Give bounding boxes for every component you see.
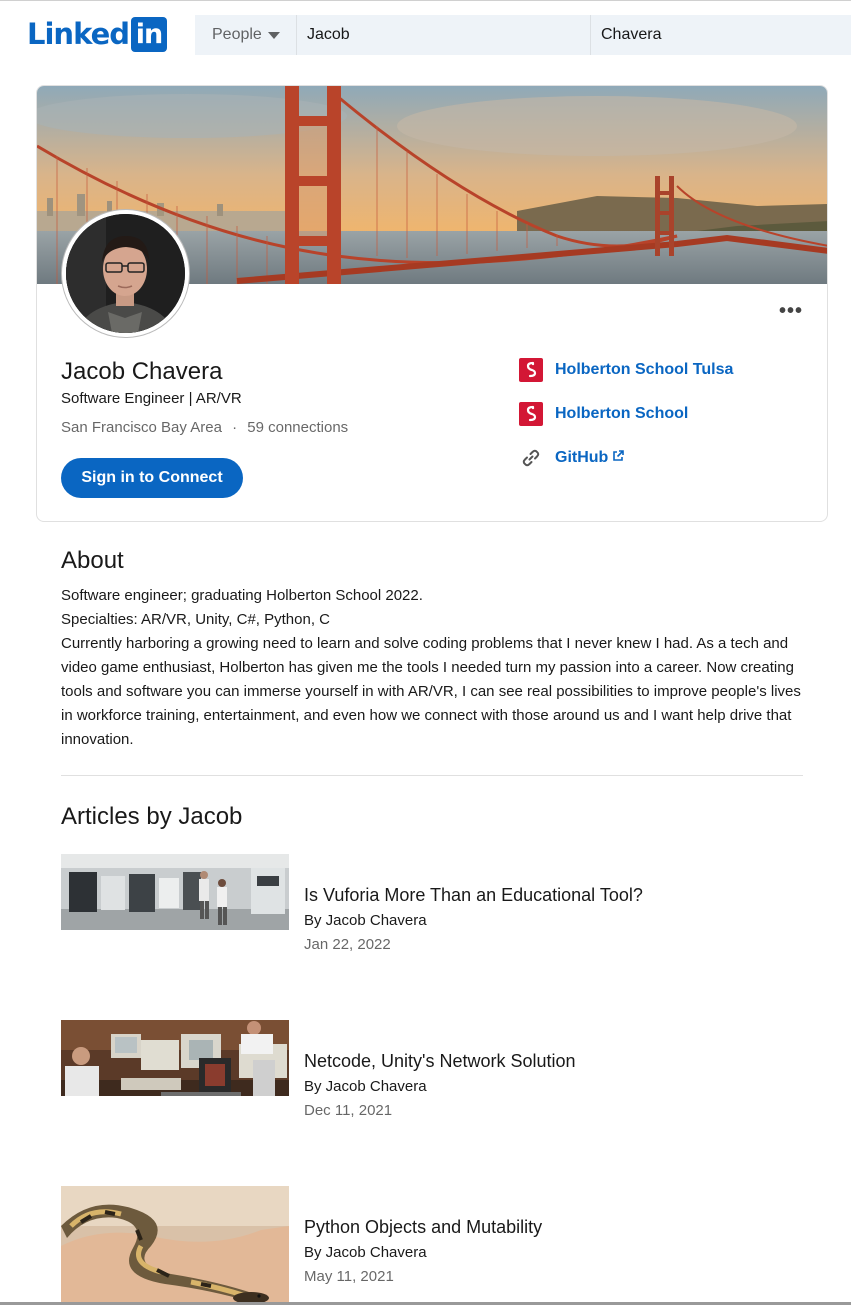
about-line: Software engineer; graduating Holberton … [61, 587, 423, 604]
article-item[interactable]: Is Vuforia More Than an Educational Tool… [61, 854, 801, 953]
external-link-icon [612, 449, 625, 467]
search-category-dropdown[interactable]: People [195, 15, 297, 55]
link-holberton-school[interactable]: Holberton School [519, 402, 733, 426]
first-name-input[interactable] [297, 15, 591, 55]
profile-meta: San Francisco Bay Area · 59 connections [61, 419, 348, 436]
link-holberton-school-tulsa[interactable]: Holberton School Tulsa [519, 358, 733, 382]
article-author: By Jacob Chavera [304, 912, 427, 929]
people-search-bar: People [195, 15, 851, 55]
about-line: Currently harboring a growing need to le… [61, 635, 801, 748]
link-github[interactable]: GitHub [519, 446, 733, 470]
meta-separator: · [232, 419, 238, 436]
link-label: Holberton School Tulsa [555, 361, 734, 378]
article-title[interactable]: Python Objects and Mutability [304, 1217, 542, 1238]
article-author: By Jacob Chavera [304, 1244, 427, 1261]
profile-headline: Software Engineer | AR/VR [61, 390, 242, 407]
top-nav-bar: Linked in People [0, 0, 851, 66]
article-thumbnail[interactable] [61, 1186, 289, 1302]
profile-name: Jacob Chavera [61, 358, 223, 385]
about-text: Software engineer; graduating Holberton … [61, 584, 801, 752]
link-label: Holberton School [555, 405, 689, 422]
profile-photo [62, 210, 189, 337]
article-thumbnail[interactable] [61, 1020, 289, 1096]
article-item[interactable]: Netcode, Unity's Network Solution By Jac… [61, 1020, 801, 1119]
link-icon [519, 446, 543, 470]
holberton-school-logo-icon [519, 358, 543, 382]
more-options-icon[interactable]: ••• [779, 300, 803, 323]
linkedin-logo[interactable]: Linked in [27, 17, 167, 52]
logo-badge: in [131, 17, 167, 52]
article-title[interactable]: Netcode, Unity's Network Solution [304, 1051, 576, 1072]
holberton-school-logo-icon [519, 402, 543, 426]
link-label: GitHub [555, 449, 609, 466]
search-category-label: People [212, 26, 262, 43]
profile-card: ••• Jacob Chavera Software Engineer | AR… [36, 85, 828, 522]
logo-wordmark: Linked [27, 17, 130, 51]
articles-heading: Articles by Jacob [61, 803, 243, 830]
profile-links: Holberton School Tulsa Holberton School … [519, 358, 733, 490]
sign-in-to-connect-button[interactable]: Sign in to Connect [61, 458, 243, 498]
caret-down-icon [267, 31, 280, 39]
article-date: Jan 22, 2022 [304, 936, 391, 953]
article-date: May 11, 2021 [304, 1268, 394, 1285]
profile-connections: 59 connections [247, 419, 349, 436]
article-date: Dec 11, 2021 [304, 1102, 393, 1119]
last-name-input[interactable] [591, 15, 849, 55]
article-item[interactable]: Python Objects and Mutability By Jacob C… [61, 1186, 801, 1302]
about-line: Specialties: AR/VR, Unity, C#, Python, C [61, 611, 330, 628]
article-thumbnail[interactable] [61, 854, 289, 930]
article-author: By Jacob Chavera [304, 1078, 427, 1095]
article-title[interactable]: Is Vuforia More Than an Educational Tool… [304, 885, 643, 906]
about-heading: About [61, 547, 124, 574]
profile-location: San Francisco Bay Area [61, 419, 222, 436]
section-divider [61, 775, 803, 776]
